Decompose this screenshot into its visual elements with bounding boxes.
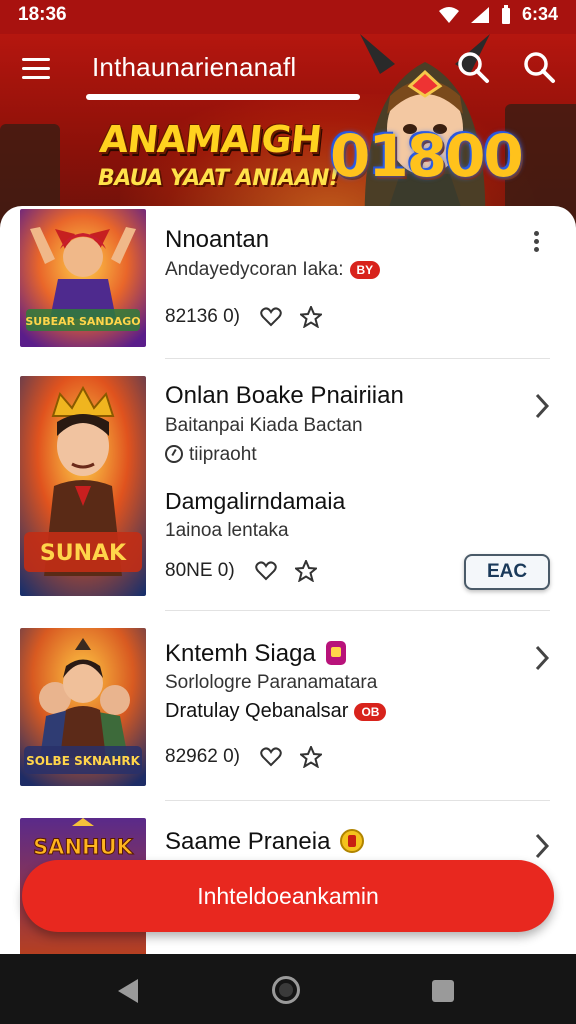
battery-icon [501,4,510,24]
system-nav-bar [0,954,576,1024]
search-icon[interactable] [522,50,556,84]
title-underline [86,94,360,100]
banner-score: 01800 [330,122,524,190]
heart-icon[interactable] [260,307,282,327]
game-thumbnail[interactable]: SUNAK [20,376,146,596]
chevron-right-icon[interactable] [532,832,552,860]
heart-icon[interactable] [254,561,277,581]
heart-icon[interactable] [260,747,282,767]
game-title-text: Saame Praneia [165,828,331,855]
game-title: Nnoantan [165,226,270,253]
list-item[interactable]: SUNAK Onlan Boake Pnairiian Baitanpai Ki… [0,360,576,612]
status-right-time: 6:34 [521,4,558,24]
game-thumbnail[interactable]: SUBEAR SANDAGO [20,209,146,347]
game-title: Kntemh Siaga [165,640,346,668]
primary-action-button[interactable]: Inhteldoeankamin [22,860,554,932]
status-time: 18:36 [18,4,67,25]
eac-button[interactable]: EAC [464,554,550,590]
menu-icon[interactable] [20,54,52,82]
game-art-text: SOLBE SKNAHRK [26,754,141,768]
chevron-right-icon[interactable] [532,644,552,672]
star-icon[interactable] [294,560,317,582]
app-badge-icon [325,641,346,665]
game-badge: OB [354,702,387,721]
game-meta: 80NE 0) [165,560,317,582]
signal-icon [470,6,489,23]
game-timer-text: tiipraoht [189,444,257,465]
list-item[interactable]: SUBEAR SANDAGO Nnoantan Andayedycoran Ia… [0,206,576,360]
game-badge: BY [349,260,381,279]
coin-badge-icon [340,829,365,853]
game-meta: 82136 0) [165,306,323,328]
game-timer: tiipraoht [165,444,257,466]
recents-icon[interactable] [432,980,454,1002]
game-section-title: Damgalirndamaia [165,488,346,514]
game-subtitle-text: Andayedycoran Iaka: [165,259,344,280]
game-meta: 82962 0) [165,746,323,768]
star-icon[interactable] [300,306,323,328]
home-icon[interactable] [272,976,300,1004]
game-subtitle: Baitanpai Kiada Bactan [165,415,363,436]
game-meta-text: 82962 0) [165,746,241,767]
status-icons: 6:34 [438,4,558,25]
divider [165,610,550,611]
game-art: SUNAK [20,376,146,596]
game-subtitle: Sorlologre Paranamatara [165,672,378,693]
game-art-text: SUBEAR SANDAGO [25,315,140,328]
game-section-subtitle: 1ainoa lentaka [165,520,289,541]
chevron-right-icon[interactable] [532,392,552,420]
banner-headline: ANAMAIGH [97,118,324,161]
status-bar: 18:36 6:34 [0,0,576,34]
game-meta-text: 80NE 0) [165,560,235,581]
list-item[interactable]: SOLBE SKNAHRK Kntemh Siaga Sorlologre Pa… [0,612,576,801]
game-art: SOLBE SKNAHRK [20,628,146,786]
overflow-menu-icon[interactable] [526,228,546,258]
game-title: Saame Praneia [165,828,365,856]
game-subtitle-secondary-text: Dratulay Qebanalsar [165,700,349,722]
game-art-text: SANHUK [33,835,134,859]
game-meta-text: 82136 0) [165,306,241,327]
game-art: SUBEAR SANDAGO [20,209,146,347]
game-title-text: Kntemh Siaga [165,640,316,667]
game-thumbnail[interactable]: SOLBE SKNAHRK [20,628,146,786]
game-title: Onlan Boake Pnairiian [165,382,404,409]
banner-subline: BAUA YAAT ANIAAN! [98,166,339,191]
wifi-icon [438,6,459,23]
back-icon[interactable] [116,978,140,1004]
timer-icon [165,445,183,463]
star-icon[interactable] [300,746,323,768]
search-icon[interactable] [456,50,490,84]
divider [165,358,550,359]
game-art-text: SUNAK [40,541,127,566]
game-subtitle: Andayedycoran Iaka: BY [165,259,381,281]
game-subtitle-secondary: Dratulay Qebanalsar OB [165,700,387,723]
app-title: Inthaunarienanafl [92,52,297,82]
